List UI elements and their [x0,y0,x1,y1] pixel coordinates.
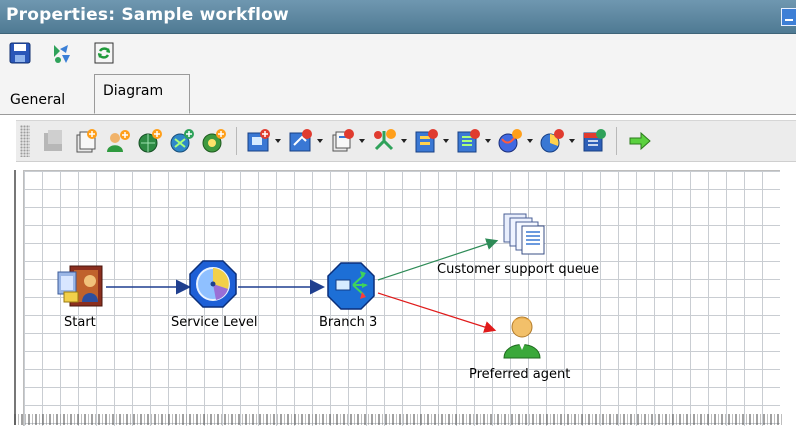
diagram-toolbar [16,120,796,162]
add-agent-icon[interactable] [104,127,132,155]
dropdown-arrow-icon[interactable] [359,139,365,143]
title-bar: Properties: Sample workflow [0,0,796,34]
node-service-level-label: Service Level [171,315,258,330]
service-level-gauge-icon [189,260,237,308]
add-form-node-icon[interactable] [412,127,440,155]
toolbar-separator [616,127,617,155]
add-branch-node-icon[interactable] [370,127,398,155]
canvas-left-edge [14,170,16,425]
dropdown-arrow-icon[interactable] [401,139,407,143]
node-branch-3-label: Branch 3 [319,315,378,330]
node-start[interactable] [56,264,106,312]
arrow-right-icon[interactable] [626,127,654,155]
canvas-bottom-edge [14,414,784,425]
diagram-canvas[interactable] [23,170,780,426]
minimize-button[interactable] [781,8,796,26]
tab-general[interactable]: General [10,92,65,108]
toolbar-separator [236,127,237,155]
add-interaction-node-icon[interactable] [286,127,314,155]
refresh-icon[interactable] [92,41,116,65]
add-network-icon[interactable] [168,127,196,155]
tab-diagram-label: Diagram [103,83,164,99]
add-service-icon[interactable] [200,127,228,155]
start-door-icon [57,265,103,307]
workflow-wizard-icon[interactable] [50,41,74,65]
dropdown-arrow-icon[interactable] [485,139,491,143]
add-disabled-icon [40,127,68,155]
dropdown-arrow-icon[interactable] [443,139,449,143]
add-globe-icon[interactable] [136,127,164,155]
node-customer-support-queue[interactable] [500,212,550,260]
add-document-icon[interactable] [72,127,100,155]
dropdown-arrow-icon[interactable] [275,139,281,143]
top-toolbar [0,34,796,74]
add-list-node-icon[interactable] [454,127,482,155]
branch-icon [327,262,375,310]
add-chart-node-icon[interactable] [538,127,566,155]
queue-documents-icon [503,213,545,255]
toolbar-grip[interactable] [20,125,30,157]
tab-general-label: General [10,92,66,108]
save-icon[interactable] [8,41,32,65]
node-preferred-agent-label: Preferred agent [469,367,571,382]
add-sphere-node-icon[interactable] [496,127,524,155]
agent-person-icon [503,316,541,359]
node-customer-support-queue-label: Customer support queue [437,262,600,277]
node-preferred-agent[interactable] [500,314,544,364]
tab-diagram[interactable]: Diagram [94,74,190,114]
dropdown-arrow-icon[interactable] [569,139,575,143]
add-calendar-node-icon[interactable] [580,127,608,155]
dropdown-arrow-icon[interactable] [527,139,533,143]
window-title: Properties: Sample workflow [6,5,289,25]
add-document-node-icon[interactable] [328,127,356,155]
node-start-label: Start [64,315,96,330]
node-branch-3[interactable] [326,261,376,315]
add-queue-node-icon[interactable] [244,127,272,155]
dropdown-arrow-icon[interactable] [317,139,323,143]
tab-strip: General Diagram [0,74,796,115]
node-service-level[interactable] [188,259,238,313]
